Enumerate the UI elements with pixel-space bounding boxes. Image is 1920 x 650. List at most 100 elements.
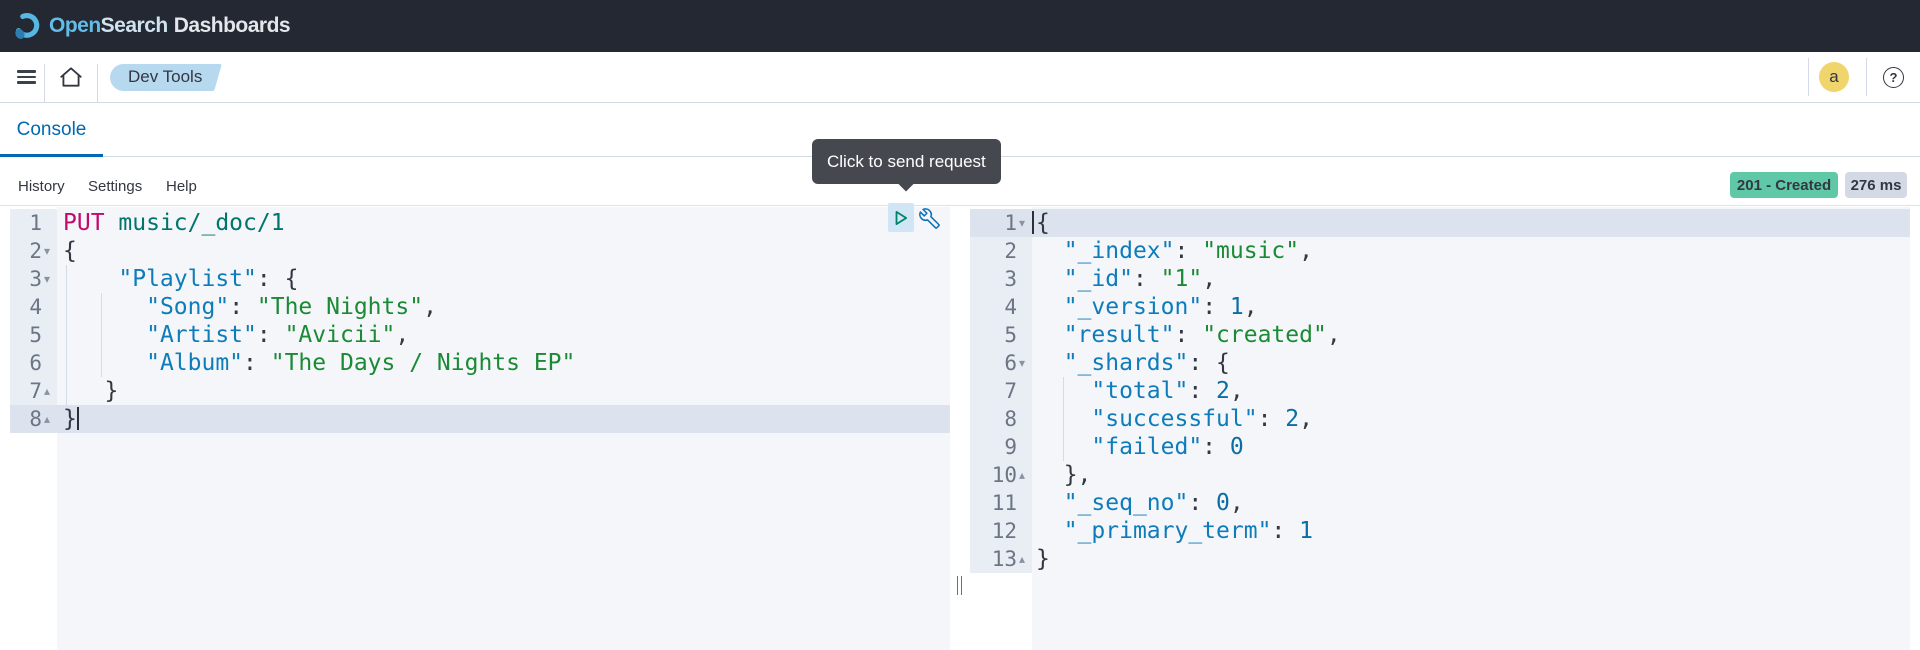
- fold-toggle-icon[interactable]: ▾: [42, 237, 57, 265]
- gutter-cell: 5: [970, 321, 1032, 349]
- tab-console[interactable]: Console: [0, 103, 103, 157]
- line-number: 1: [1004, 209, 1017, 237]
- code-line[interactable]: 6 "Album": "The Days / Nights EP": [10, 349, 950, 377]
- send-request-tooltip: Click to send request: [812, 139, 1001, 184]
- code-line[interactable]: 1 PUT music/_doc/1: [10, 209, 950, 237]
- line-number: 13: [992, 545, 1017, 573]
- opensearch-logo[interactable]: OpenSearchDashboards: [12, 11, 290, 41]
- request-options-button[interactable]: [917, 205, 941, 231]
- fold-toggle-icon[interactable]: ▴: [42, 377, 57, 405]
- response-editor[interactable]: 1▾{2 "_index": "music",3 "_id": "1",4 "_…: [970, 207, 1910, 650]
- gutter-cell: 1: [10, 209, 57, 237]
- gutter-cell: 1▾: [970, 209, 1032, 237]
- code-text[interactable]: "result": "created",: [1032, 321, 1910, 349]
- gutter-cell: 4: [970, 293, 1032, 321]
- breadcrumb-label: Dev Tools: [128, 67, 202, 87]
- request-editor[interactable]: 1 PUT music/_doc/12▾{3▾ "Playlist": {4 "S…: [10, 207, 950, 650]
- status-code-badge: 201 - Created: [1730, 172, 1838, 198]
- code-line[interactable]: 7▴ }: [10, 377, 950, 405]
- code-text[interactable]: "_shards": {: [1032, 349, 1910, 377]
- code-text[interactable]: "_index": "music",: [1032, 237, 1910, 265]
- code-text[interactable]: {: [57, 237, 950, 265]
- navigation-bar: Dev Tools a ?: [0, 52, 1920, 103]
- gutter-cell: 6: [10, 349, 57, 377]
- code-line[interactable]: 10▴ },: [970, 461, 1910, 489]
- code-text[interactable]: "_seq_no": 0,: [1032, 489, 1910, 517]
- code-line[interactable]: 2 "_index": "music",: [970, 237, 1910, 265]
- gutter-cell: 13▴: [970, 545, 1032, 573]
- code-text[interactable]: "total": 2,: [1032, 377, 1910, 405]
- code-text[interactable]: "Artist": "Avicii",: [57, 321, 950, 349]
- line-number: 5: [1004, 321, 1017, 349]
- code-line[interactable]: 5 "result": "created",: [970, 321, 1910, 349]
- code-text[interactable]: {: [1032, 209, 1910, 237]
- code-text[interactable]: "successful": 2,: [1032, 405, 1910, 433]
- code-text[interactable]: }: [57, 377, 950, 405]
- menu-toggle-button[interactable]: [8, 59, 44, 95]
- fold-toggle-icon[interactable]: ▾: [1017, 349, 1032, 377]
- code-text[interactable]: "_primary_term": 1: [1032, 517, 1910, 545]
- send-request-button[interactable]: [888, 203, 914, 232]
- code-line[interactable]: 5 "Artist": "Avicii",: [10, 321, 950, 349]
- code-line[interactable]: 1▾{: [970, 209, 1910, 237]
- help-button[interactable]: ?: [1883, 67, 1904, 88]
- line-number: 3: [1004, 265, 1017, 293]
- code-line[interactable]: 9 "failed": 0: [970, 433, 1910, 461]
- gutter-cell: 4: [10, 293, 57, 321]
- code-text[interactable]: },: [1032, 461, 1910, 489]
- code-text[interactable]: "_id": "1",: [1032, 265, 1910, 293]
- fold-toggle-icon[interactable]: ▴: [1017, 461, 1032, 489]
- code-line[interactable]: 8▴}: [10, 405, 950, 433]
- line-number: 6: [1004, 349, 1017, 377]
- code-line[interactable]: 3 "_id": "1",: [970, 265, 1910, 293]
- code-line[interactable]: 8 "successful": 2,: [970, 405, 1910, 433]
- gutter-cell: 12: [970, 517, 1032, 545]
- gutter-cell: 11: [970, 489, 1032, 517]
- divider: [1866, 58, 1867, 96]
- code-text[interactable]: "_version": 1,: [1032, 293, 1910, 321]
- code-text[interactable]: }: [1032, 545, 1910, 573]
- fold-toggle-icon[interactable]: ▴: [1017, 545, 1032, 573]
- user-avatar[interactable]: a: [1819, 62, 1849, 92]
- line-number: 1: [29, 209, 42, 237]
- menu-history[interactable]: History: [18, 178, 65, 195]
- fold-toggle-icon[interactable]: ▴: [42, 405, 57, 433]
- gutter-cell: 7: [970, 377, 1032, 405]
- gutter-cell: 5: [10, 321, 57, 349]
- code-text[interactable]: "failed": 0: [1032, 433, 1910, 461]
- code-text[interactable]: "Playlist": {: [57, 265, 950, 293]
- text-cursor: [77, 407, 79, 430]
- fold-toggle-icon[interactable]: ▾: [1017, 209, 1032, 237]
- code-line[interactable]: 3▾ "Playlist": {: [10, 265, 950, 293]
- code-text[interactable]: "Song": "The Nights",: [57, 293, 950, 321]
- code-text[interactable]: "Album": "The Days / Nights EP": [57, 349, 950, 377]
- panel-resize-handle[interactable]: [953, 574, 965, 596]
- hamburger-icon: [17, 70, 36, 73]
- code-line[interactable]: 4 "Song": "The Nights",: [10, 293, 950, 321]
- code-line[interactable]: 7 "total": 2,: [970, 377, 1910, 405]
- code-text[interactable]: }: [57, 405, 950, 433]
- gutter-cell: 2▾: [10, 237, 57, 265]
- gutter-cell: 3: [970, 265, 1032, 293]
- play-icon: [892, 209, 910, 227]
- menu-help[interactable]: Help: [166, 178, 197, 195]
- home-button[interactable]: [51, 59, 91, 95]
- console-editors: 1PUT music/_doc/12▾{3▾ "Playlist": {4 "S…: [0, 205, 1920, 650]
- breadcrumb-dev-tools[interactable]: Dev Tools: [110, 64, 218, 91]
- gutter-cell: 8: [970, 405, 1032, 433]
- code-line[interactable]: 2▾{: [10, 237, 950, 265]
- code-line[interactable]: 11 "_seq_no": 0,: [970, 489, 1910, 517]
- menu-settings[interactable]: Settings: [88, 178, 142, 195]
- code-line[interactable]: 6▾ "_shards": {: [970, 349, 1910, 377]
- line-number: 10: [992, 461, 1017, 489]
- code-line[interactable]: 4 "_version": 1,: [970, 293, 1910, 321]
- fold-toggle-icon[interactable]: ▾: [42, 265, 57, 293]
- line-number: 4: [1004, 293, 1017, 321]
- code-line[interactable]: 13▴}: [970, 545, 1910, 573]
- code-line[interactable]: 12 "_primary_term": 1: [970, 517, 1910, 545]
- line-number: 2: [1004, 237, 1017, 265]
- gutter-cell: 6▾: [970, 349, 1032, 377]
- code-text[interactable]: PUT music/_doc/1: [57, 209, 950, 237]
- response-time-badge: 276 ms: [1845, 172, 1907, 198]
- global-header: OpenSearchDashboards: [0, 0, 1920, 52]
